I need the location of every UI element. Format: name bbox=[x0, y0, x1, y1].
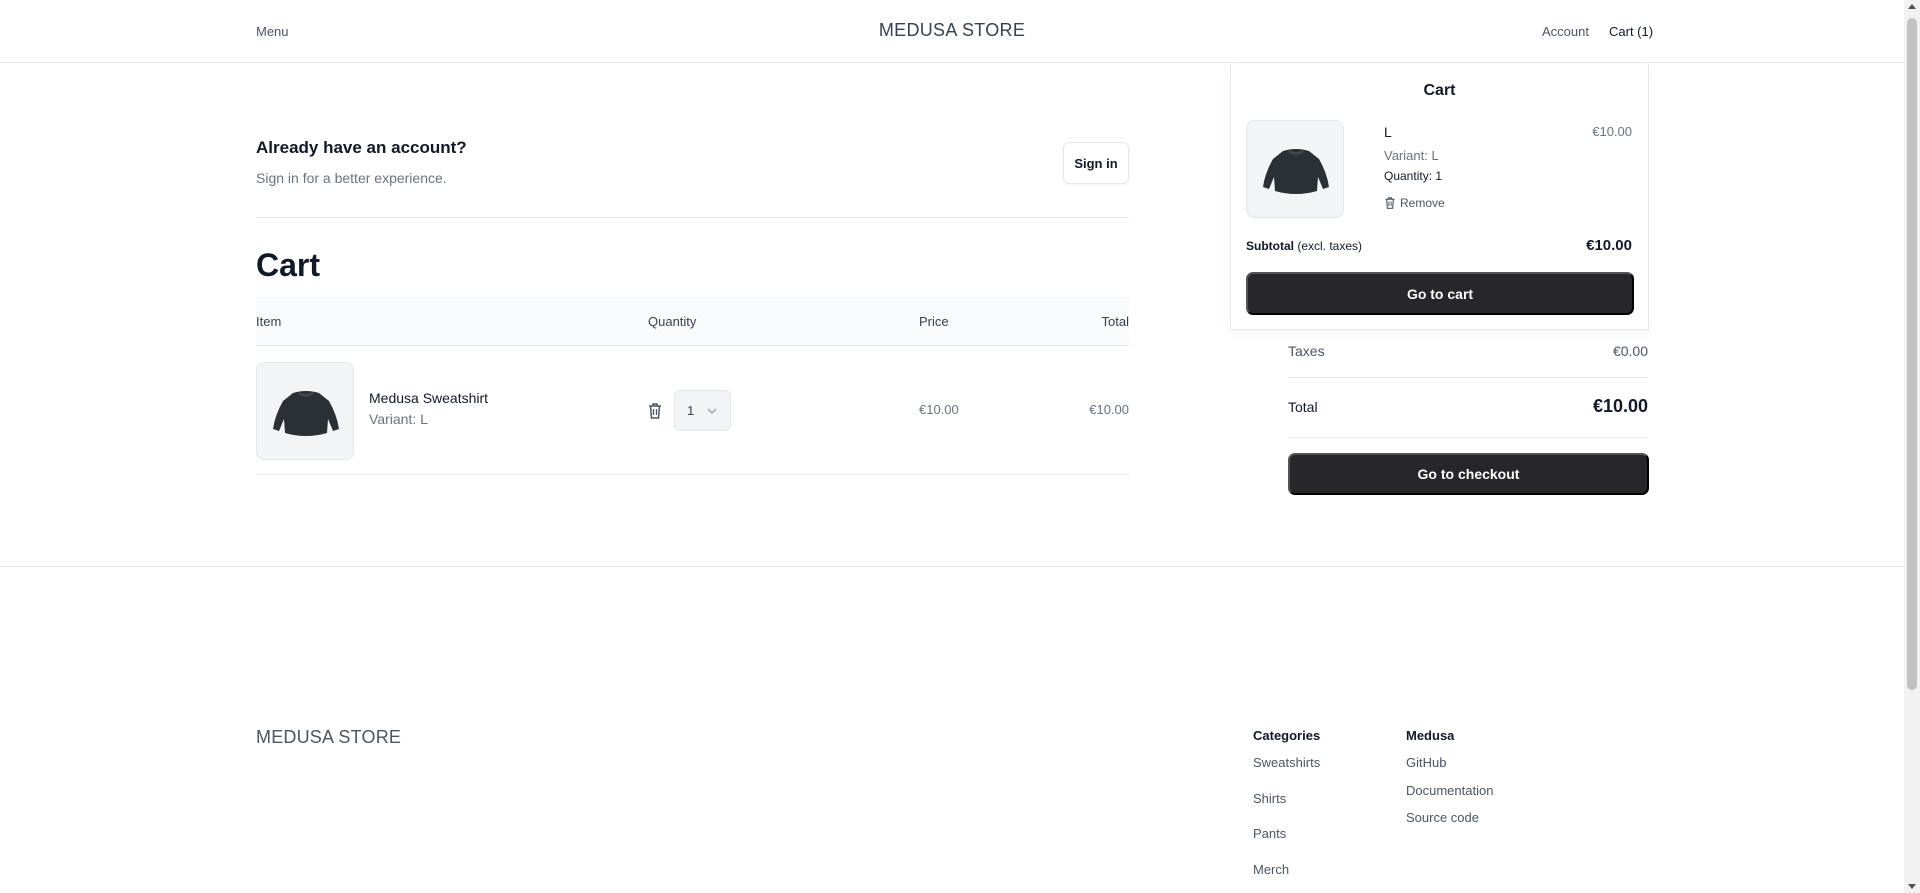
dropdown-product-thumbnail[interactable] bbox=[1246, 120, 1344, 218]
sweatshirt-image bbox=[257, 363, 353, 459]
go-to-cart-button[interactable]: Go to cart bbox=[1246, 272, 1634, 315]
quantity-select[interactable]: 1 bbox=[674, 390, 731, 431]
dropdown-item-variant: Variant: L bbox=[1384, 148, 1439, 163]
page-title: Cart bbox=[256, 247, 321, 283]
footer-logo[interactable]: MEDUSA STORE bbox=[256, 727, 401, 748]
cart-table-header: Item Quantity Price Total bbox=[256, 297, 1129, 346]
trash-icon[interactable] bbox=[647, 402, 663, 420]
cart-link[interactable]: Cart (1) bbox=[1609, 24, 1653, 39]
product-variant: Variant: L bbox=[369, 411, 428, 427]
footer-categories-heading: Categories bbox=[1253, 728, 1321, 743]
dropdown-item-quantity: Quantity: 1 bbox=[1384, 169, 1443, 183]
scroll-up-arrow-icon[interactable] bbox=[1908, 4, 1916, 9]
cart-dropdown: Cart L €10.00 Variant: L Quantity: 1 Rem… bbox=[1230, 64, 1649, 330]
divider bbox=[256, 217, 1129, 218]
dropdown-item-price: €10.00 bbox=[1592, 124, 1632, 139]
remove-button[interactable]: Remove bbox=[1384, 196, 1445, 210]
column-header-quantity: Quantity bbox=[648, 314, 697, 329]
product-name[interactable]: Medusa Sweatshirt bbox=[369, 390, 488, 406]
subtotal-note: (excl. taxes) bbox=[1297, 239, 1363, 253]
footer-link-shirts[interactable]: Shirts bbox=[1253, 791, 1320, 827]
summary-total-row: Total €10.00 bbox=[1288, 378, 1648, 438]
footer-link-documentation[interactable]: Documentation bbox=[1406, 783, 1493, 811]
scroll-down-arrow-icon[interactable] bbox=[1908, 884, 1916, 889]
column-header-total: Total bbox=[1101, 314, 1129, 329]
subtotal-label: Subtotal (excl. taxes) bbox=[1246, 239, 1362, 253]
footer-medusa-heading: Medusa bbox=[1406, 728, 1455, 743]
chevron-down-icon bbox=[707, 408, 717, 415]
subtotal-value: €10.00 bbox=[1586, 237, 1632, 254]
column-header-price: Price bbox=[919, 314, 949, 329]
footer-categories: Categories Sweatshirts Shirts Pants Merc… bbox=[1253, 728, 1320, 893]
sweatshirt-image bbox=[1247, 121, 1343, 217]
footer-link-sweatshirts[interactable]: Sweatshirts bbox=[1253, 755, 1320, 791]
item-total: €10.00 bbox=[1089, 402, 1129, 417]
scrollbar-thumb[interactable] bbox=[1907, 18, 1917, 690]
footer-divider bbox=[0, 566, 1904, 567]
taxes-value: €0.00 bbox=[1612, 343, 1648, 359]
subtotal-label-text: Subtotal bbox=[1246, 239, 1294, 253]
summary-taxes-row: Taxes €0.00 bbox=[1288, 342, 1648, 378]
footer-medusa: Medusa GitHub Documentation Source code bbox=[1406, 728, 1493, 838]
product-thumbnail[interactable] bbox=[256, 362, 354, 460]
footer-link-pants[interactable]: Pants bbox=[1253, 826, 1320, 862]
dropdown-title: Cart bbox=[1423, 82, 1456, 99]
go-to-checkout-button[interactable]: Go to checkout bbox=[1288, 453, 1649, 495]
footer-link-source-code[interactable]: Source code bbox=[1406, 810, 1493, 838]
item-price: €10.00 bbox=[919, 402, 959, 417]
sign-in-button[interactable]: Sign in bbox=[1063, 142, 1129, 184]
account-link[interactable]: Account bbox=[1542, 24, 1589, 39]
column-header-item: Item bbox=[256, 314, 282, 329]
footer-link-merch[interactable]: Merch bbox=[1253, 862, 1320, 893]
quantity-value: 1 bbox=[687, 403, 695, 418]
remove-label: Remove bbox=[1400, 196, 1445, 210]
page-scrollbar[interactable] bbox=[1904, 0, 1920, 893]
total-value: €10.00 bbox=[1592, 396, 1648, 416]
dropdown-item-name[interactable]: L bbox=[1384, 124, 1392, 140]
taxes-label: Taxes bbox=[1288, 343, 1325, 359]
signin-prompt-subtitle: Sign in for a better experience. bbox=[256, 170, 447, 186]
footer-link-github[interactable]: GitHub bbox=[1406, 755, 1493, 783]
site-header: Menu MEDUSA STORE Account Cart (1) bbox=[0, 0, 1904, 63]
trash-icon bbox=[1385, 197, 1395, 209]
total-label: Total bbox=[1288, 399, 1318, 415]
table-row: Medusa Sweatshirt Variant: L 1 €10.00 €1… bbox=[256, 347, 1129, 475]
signin-prompt-title: Already have an account? bbox=[256, 138, 467, 157]
